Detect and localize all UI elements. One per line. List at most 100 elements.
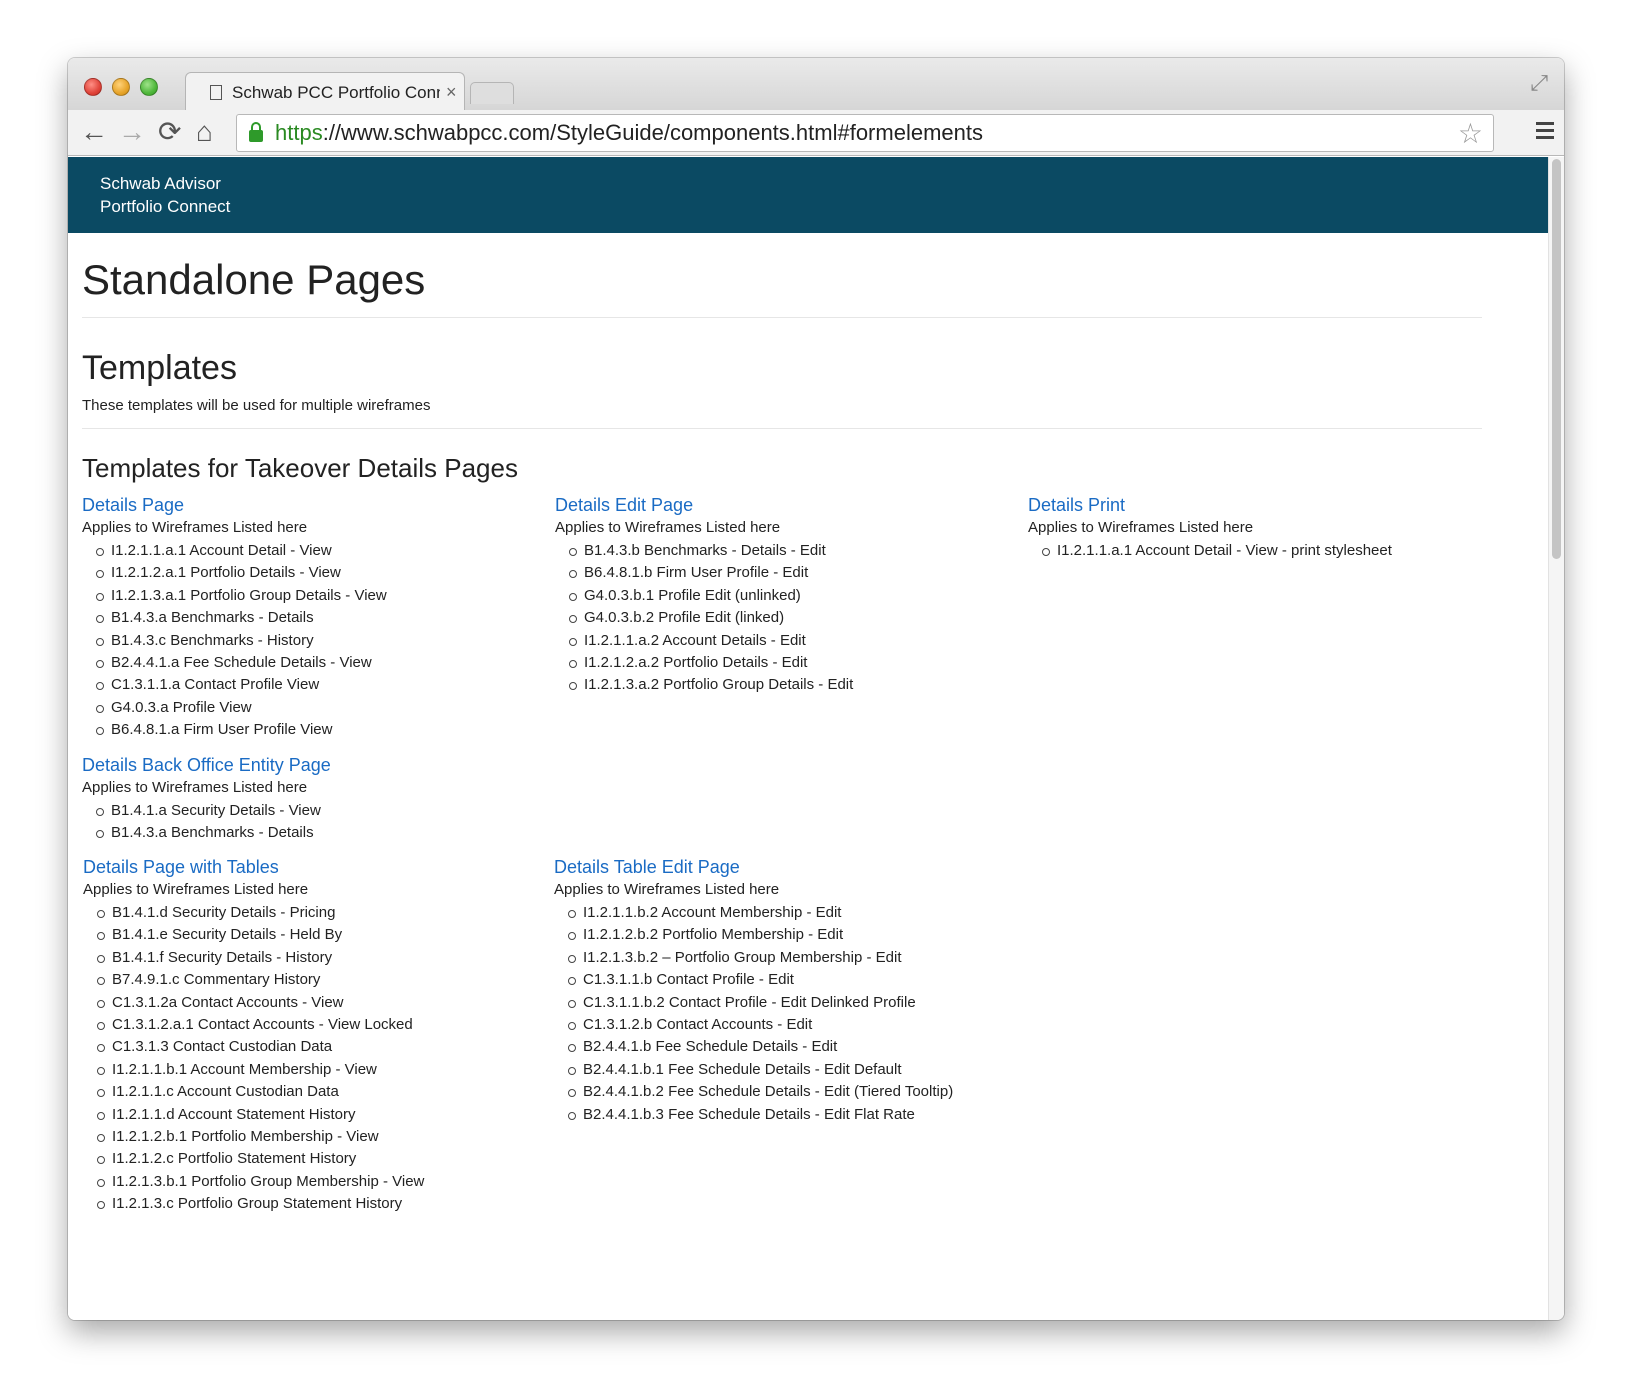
new-tab-button[interactable] [470,82,514,104]
page-viewport: Schwab Advisor Portfolio Connect Standal… [68,157,1548,1320]
list-item: I1.2.1.1.a.2 Account Details - Edit [569,630,1025,652]
wireframe-list: I1.2.1.1.a.1 Account Detail - View I1.2.1… [82,540,552,742]
template-link[interactable]: Details Table Edit Page [554,855,1024,879]
template-link[interactable]: Details Edit Page [555,493,1025,517]
reload-icon[interactable]: ⟳ [158,116,181,148]
list-item: I1.2.1.3.c Portfolio Group Statement His… [97,1193,553,1215]
template-link[interactable]: Details Back Office Entity Page [82,753,552,777]
template-block: Details Edit Page Applies to Wireframes L… [555,493,1025,697]
list-item: G4.0.3.b.2 Profile Edit (linked) [569,607,1025,629]
browser-window: Schwab PCC Portfolio Conn × ⤢ ← → ⟳ ⌂ ht… [68,58,1564,1320]
home-icon[interactable]: ⌂ [196,116,213,148]
list-item: G4.0.3.b.1 Profile Edit (unlinked) [569,585,1025,607]
list-item: B1.4.1.d Security Details - Pricing [97,902,553,924]
brand-line-1[interactable]: Schwab Advisor [100,172,1548,195]
list-item: I1.2.1.2.c Portfolio Statement History [97,1148,553,1170]
applies-label: Applies to Wireframes Listed here [1028,519,1254,536]
wireframe-list: I1.2.1.1.b.2 Account Membership - Edit I1… [554,902,1024,1126]
list-item: B6.4.8.1.b Firm User Profile - Edit [569,562,1025,584]
fullscreen-icon[interactable]: ⤢ [1530,70,1548,96]
template-link[interactable]: Details Page with Tables [83,855,553,879]
list-item: C1.3.1.2.b Contact Accounts - Edit [568,1014,1024,1036]
tab-close-icon[interactable]: × [446,82,457,103]
lock-icon [249,122,263,142]
window-controls [84,78,158,96]
list-item: G4.0.3.a Profile View [96,697,552,719]
applies-label: Applies to Wireframes Listed here [555,519,781,536]
list-item: I1.2.1.1.a.1 Account Detail - View [96,540,552,562]
zoom-window-button[interactable] [140,78,158,96]
list-item: B1.4.3.b Benchmarks - Details - Edit [569,540,1025,562]
list-item: B2.4.4.1.b.2 Fee Schedule Details - Edit… [568,1081,1024,1103]
template-block: Details Table Edit Page Applies to Wirefr… [554,855,1024,1126]
section-title: Templates [82,349,237,387]
divider [82,317,1482,318]
applies-label: Applies to Wireframes Listed here [82,519,308,536]
list-item: B1.4.3.a Benchmarks - Details [96,607,552,629]
applies-label: Applies to Wireframes Listed here [82,779,308,796]
list-item: I1.2.1.1.b.1 Account Membership - View [97,1059,553,1081]
star-icon[interactable]: ☆ [1458,117,1483,150]
list-item: B2.4.4.1.a Fee Schedule Details - View [96,652,552,674]
template-link[interactable]: Details Page [82,493,552,517]
title-bar: Schwab PCC Portfolio Conn × ⤢ [68,58,1564,112]
list-item: B2.4.4.1.b.1 Fee Schedule Details - Edit… [568,1059,1024,1081]
document-icon [210,85,222,100]
back-arrow-icon[interactable]: ← [80,116,108,148]
template-block: Details Back Office Entity Page Applies t… [82,753,552,845]
browser-tab[interactable]: Schwab PCC Portfolio Conn × [185,72,465,112]
url-text: ://www.schwabpcc.com/StyleGuide/componen… [322,120,983,145]
scrollbar-thumb[interactable] [1552,159,1561,559]
list-item: I1.2.1.1.b.2 Account Membership - Edit [568,902,1024,924]
list-item: I1.2.1.3.b.1 Portfolio Group Membership … [97,1171,553,1193]
hamburger-icon[interactable] [1536,122,1554,143]
list-item: I1.2.1.3.a.2 Portfolio Group Details - E… [569,674,1025,696]
subsection-title: Templates for Takeover Details Pages [82,453,518,483]
template-block: Details Page with Tables Applies to Wiref… [83,855,553,1216]
section-intro: These templates will be used for multipl… [82,397,431,414]
list-item: C1.3.1.1.b Contact Profile - Edit [568,969,1024,991]
wireframe-list: B1.4.1.d Security Details - Pricing B1.4.… [83,902,553,1216]
list-item: B1.4.1.f Security Details - History [97,947,553,969]
site-header: Schwab Advisor Portfolio Connect [68,157,1548,233]
close-window-button[interactable] [84,78,102,96]
template-link[interactable]: Details Print [1028,493,1498,517]
applies-label: Applies to Wireframes Listed here [554,881,780,898]
list-item: B6.4.8.1.a Firm User Profile View [96,719,552,741]
wireframe-list: B1.4.3.b Benchmarks - Details - Edit B6.4… [555,540,1025,697]
wireframe-list: B1.4.1.a Security Details - View B1.4.3.a… [82,800,552,845]
list-item: B2.4.4.1.b Fee Schedule Details - Edit [568,1036,1024,1058]
list-item: C1.3.1.3 Contact Custodian Data [97,1036,553,1058]
template-block: Details Print Applies to Wireframes Liste… [1028,493,1498,562]
list-item: B1.4.3.a Benchmarks - Details [96,822,552,844]
list-item: I1.2.1.1.c Account Custodian Data [97,1081,553,1103]
list-item: I1.2.1.2.a.1 Portfolio Details - View [96,562,552,584]
address-bar[interactable]: https://www.schwabpcc.com/StyleGuide/com… [236,114,1494,152]
list-item: B2.4.4.1.b.3 Fee Schedule Details - Edit… [568,1104,1024,1126]
forward-arrow-icon[interactable]: → [118,116,146,148]
list-item: C1.3.1.1.b.2 Contact Profile - Edit Deli… [568,992,1024,1014]
page-title: Standalone Pages [82,256,426,303]
divider [82,428,1482,429]
wireframe-list: I1.2.1.1.a.1 Account Detail - View - pri… [1028,540,1498,562]
list-item: B1.4.1.a Security Details - View [96,800,552,822]
tab-title: Schwab PCC Portfolio Conn [232,82,440,102]
template-block: Details Page Applies to Wireframes Listed… [82,493,552,742]
list-item: I1.2.1.2.b.2 Portfolio Membership - Edit [568,924,1024,946]
browser-toolbar: ← → ⟳ ⌂ https://www.schwabpcc.com/StyleG… [68,110,1564,156]
scrollbar[interactable] [1548,157,1564,1320]
list-item: C1.3.1.2.a.1 Contact Accounts - View Loc… [97,1014,553,1036]
main-content: Standalone Pages Templates These templat… [82,233,1482,1212]
minimize-window-button[interactable] [112,78,130,96]
list-item: B1.4.3.c Benchmarks - History [96,630,552,652]
list-item: B1.4.1.e Security Details - Held By [97,924,553,946]
list-item: C1.3.1.1.a Contact Profile View [96,674,552,696]
list-item: I1.2.1.2.b.1 Portfolio Membership - View [97,1126,553,1148]
list-item: I1.2.1.3.a.1 Portfolio Group Details - V… [96,585,552,607]
url-scheme: https [275,120,323,145]
list-item: B7.4.9.1.c Commentary History [97,969,553,991]
brand-line-2[interactable]: Portfolio Connect [100,195,1548,218]
applies-label: Applies to Wireframes Listed here [83,881,309,898]
list-item: I1.2.1.1.d Account Statement History [97,1104,553,1126]
list-item: I1.2.1.2.a.2 Portfolio Details - Edit [569,652,1025,674]
